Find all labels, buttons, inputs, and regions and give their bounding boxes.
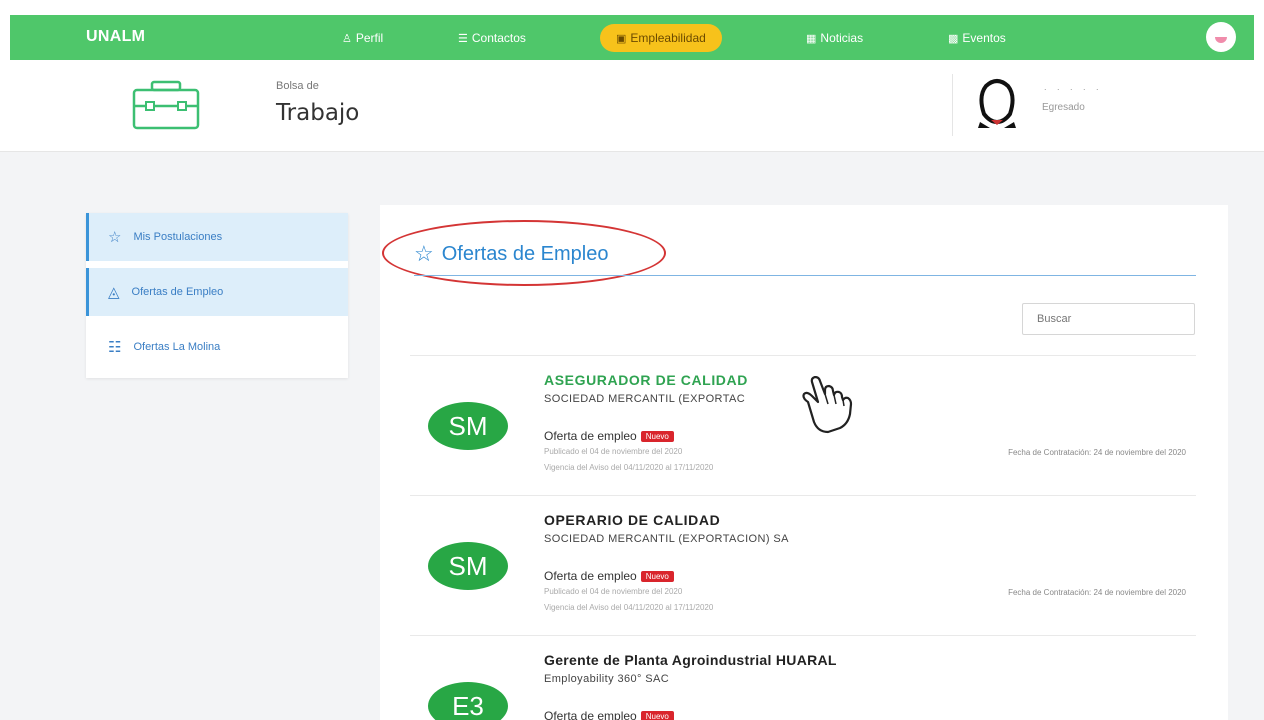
job-hire-date: Fecha de Contratación: 24 de noviembre d… [1008,448,1186,457]
nav-noticias-label: Noticias [820,31,864,45]
user-avatar-button[interactable] [1206,22,1236,52]
job-company: SOCIEDAD MERCANTIL (EXPORTAC [544,393,746,405]
sidebar-item-label: Ofertas de Empleo [131,286,224,298]
job-type: Oferta de empleo Nuevo [544,709,674,720]
hand-pointer-icon [802,376,853,434]
sidebar-item-ofertas-la-molina[interactable]: ☷ Ofertas La Molina [86,323,348,371]
nav-eventos-label: Eventos [962,31,1006,45]
job-type-label: Oferta de empleo [544,709,637,720]
star-icon: ☆ [108,229,122,246]
smile-icon [1215,37,1227,43]
calendar-icon: ▩ [948,32,959,45]
nav-contactos[interactable]: ☰ Contactos [458,26,526,50]
user-role: Egresado [1042,102,1085,113]
job-title-link[interactable]: OPERARIO DE CALIDAD [544,512,720,528]
user-name: . . . . . [1044,82,1103,92]
job-dates: Publicado el 04 de noviembre del 2020 Vi… [544,584,713,616]
company-logo: SM [428,542,508,590]
factory-icon: ◬ [108,284,120,301]
job-type: Oferta de empleo Nuevo [544,569,674,583]
institution-icon: ☷ [108,339,122,356]
nav-perfil[interactable]: ♙ Perfil [342,26,383,50]
search-input[interactable] [1022,303,1195,335]
job-listing[interactable]: E3 Gerente de Planta Agroindustrial HUAR… [410,635,1196,720]
nav-empleabilidad-label: Empleabilidad [630,31,706,45]
header-subtitle: Bolsa de [276,80,319,92]
sidebar-item-mis-postulaciones[interactable]: ☆ Mis Postulaciones [86,213,348,261]
newspaper-icon: ▦ [806,32,817,45]
user-icon: ♙ [342,32,352,45]
job-offers-panel: ☆ Ofertas de Empleo SM ASEGURADOR DE CAL… [380,205,1228,720]
nav-contactos-label: Contactos [471,31,526,45]
briefcase-icon: ▣ [616,32,627,45]
nav-empleabilidad[interactable]: ▣ Empleabilidad [600,24,722,52]
job-company: Employability 360° SAC [544,673,670,685]
page-title: Trabajo [276,100,360,126]
sidebar-item-label: Mis Postulaciones [133,231,223,243]
job-published: Publicado el 04 de noviembre del 2020 [544,587,683,596]
sidebar: ☆ Mis Postulaciones ◬ Ofertas de Empleo … [86,213,348,378]
page-header: Bolsa de Trabajo . . . . . Egresado [0,60,1264,152]
star-icon: ☆ [414,241,434,266]
job-listing[interactable]: SM OPERARIO DE CALIDAD SOCIEDAD MERCANTI… [410,495,1196,635]
nav-eventos[interactable]: ▩ Eventos [948,26,1006,50]
top-navbar: UNALM ♙ Perfil ☰ Contactos ▣ Empleabilid… [10,15,1254,60]
job-type-label: Oferta de empleo [544,429,637,443]
job-validity: Vigencia del Aviso del 04/11/2020 al 17/… [544,463,714,472]
contacts-icon: ☰ [458,32,468,45]
user-profile-avatar[interactable] [972,76,1022,128]
job-validity: Vigencia del Aviso del 04/11/2020 al 17/… [544,603,714,612]
job-hire-date: Fecha de Contratación: 24 de noviembre d… [1008,588,1186,597]
new-badge: Nuevo [640,570,674,582]
nav-noticias[interactable]: ▦ Noticias [806,26,863,50]
job-dates: Publicado el 04 de noviembre del 2020 Vi… [544,444,713,476]
brand-logo[interactable]: UNALM [86,28,145,46]
title-divider [414,275,1196,276]
job-type: Oferta de empleo Nuevo [544,429,674,443]
job-title-link[interactable]: ASEGURADOR DE CALIDAD [544,372,748,388]
nav-perfil-label: Perfil [355,31,384,45]
sidebar-item-ofertas-empleo[interactable]: ◬ Ofertas de Empleo [86,268,348,316]
briefcase-illustration-icon [132,80,200,130]
job-type-label: Oferta de empleo [544,569,637,583]
new-badge: Nuevo [640,430,674,442]
section-title-text: Ofertas de Empleo [441,242,609,265]
new-badge: Nuevo [640,710,674,720]
company-logo: E3 [428,682,508,720]
section-title: ☆ Ofertas de Empleo [414,241,608,267]
company-logo: SM [428,402,508,450]
sidebar-item-label: Ofertas La Molina [133,341,221,353]
job-company: SOCIEDAD MERCANTIL (EXPORTACION) SA [544,533,789,545]
header-divider [952,74,953,136]
job-published: Publicado el 04 de noviembre del 2020 [544,447,683,456]
job-title-link[interactable]: Gerente de Planta Agroindustrial HUARAL [544,652,837,668]
